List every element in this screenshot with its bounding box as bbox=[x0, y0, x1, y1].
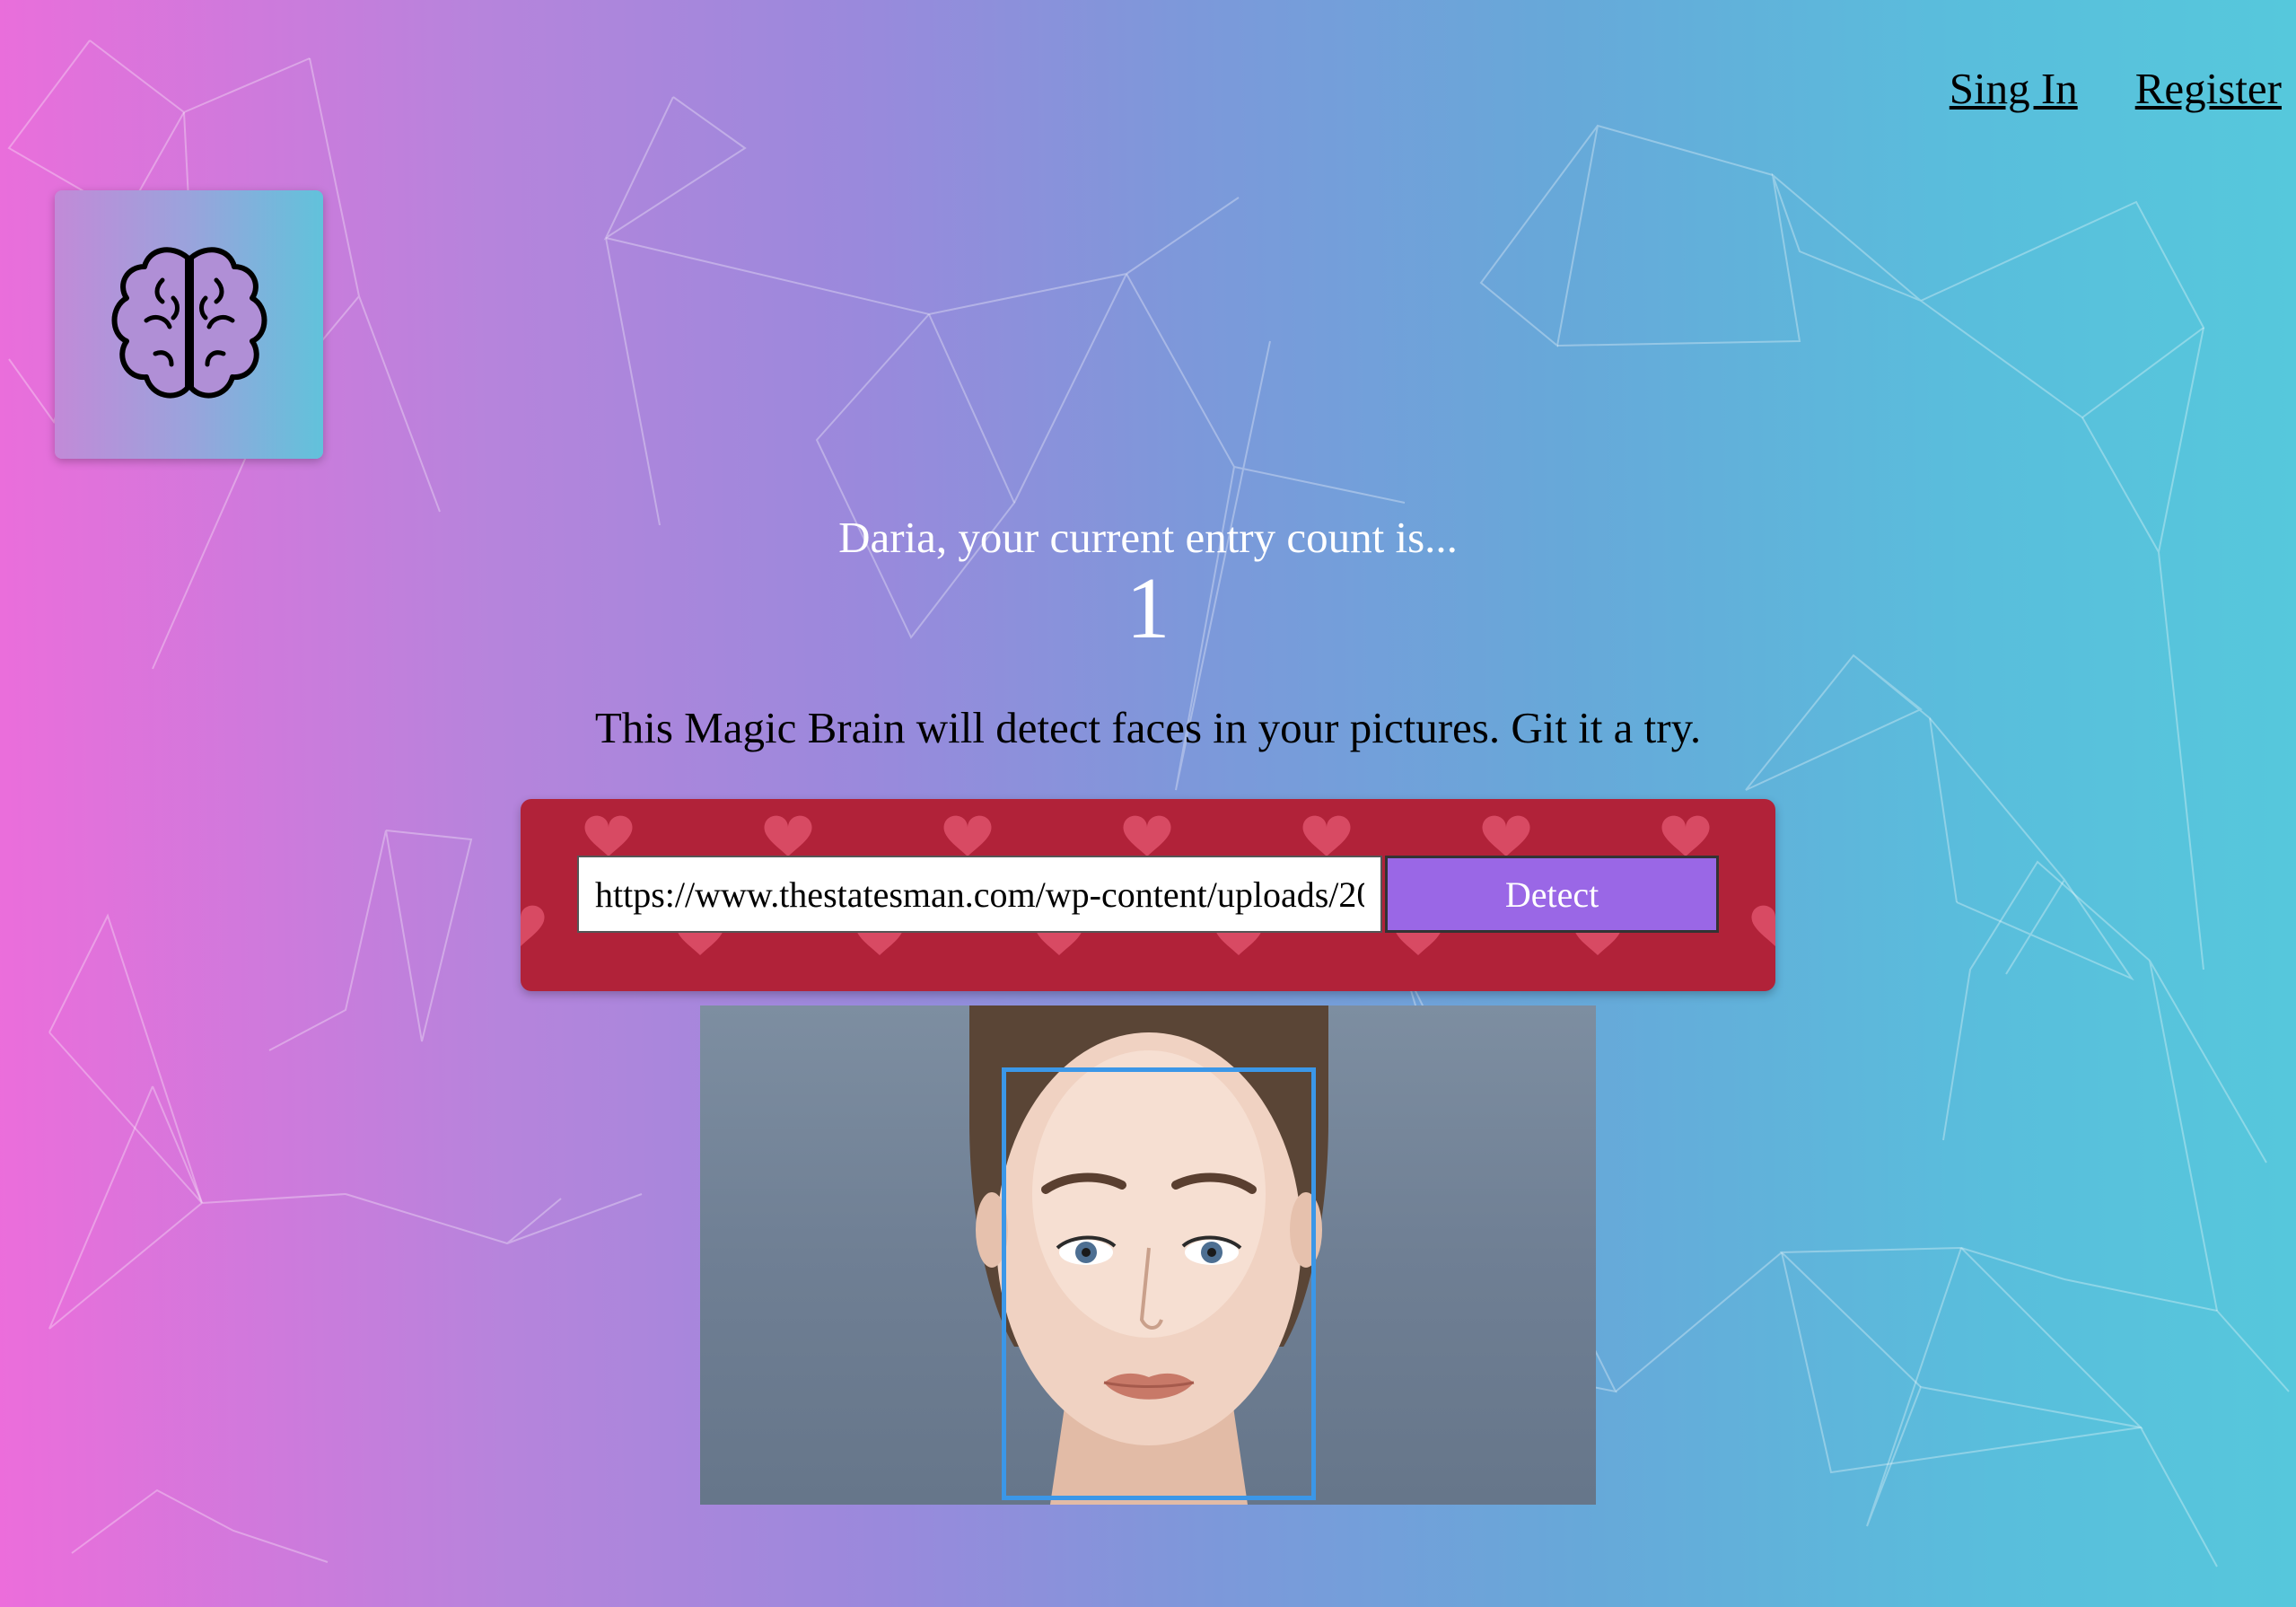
face-bounding-box bbox=[1002, 1067, 1316, 1500]
detect-button[interactable]: Detect bbox=[1385, 856, 1719, 933]
brain-icon bbox=[111, 247, 267, 399]
description-text: This Magic Brain will detect faces in yo… bbox=[594, 703, 1702, 752]
top-nav: Sing In Register bbox=[1950, 63, 2282, 114]
sign-in-link[interactable]: Sing In bbox=[1950, 63, 2078, 114]
register-link[interactable]: Register bbox=[2135, 63, 2282, 114]
logo-card[interactable] bbox=[55, 190, 323, 459]
entry-count: 1 bbox=[1126, 560, 1170, 657]
entry-message: Daria, your current entry count is... bbox=[838, 513, 1458, 562]
image-link-form: Detect bbox=[521, 799, 1775, 991]
image-url-input[interactable] bbox=[577, 856, 1382, 933]
